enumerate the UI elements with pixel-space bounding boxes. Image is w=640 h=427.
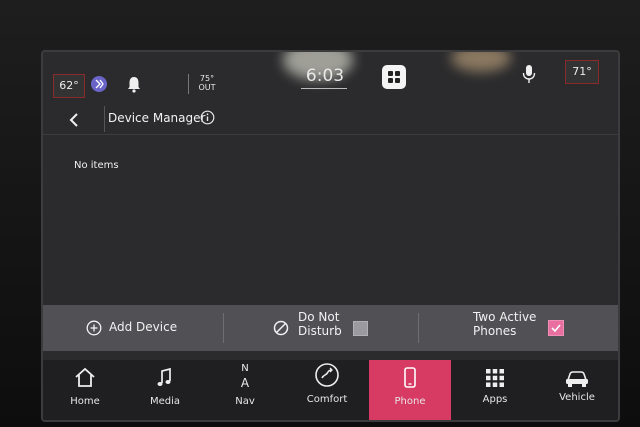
compass-arrow: A (240, 376, 250, 390)
page-header: Device Manager (43, 102, 618, 135)
passenger-temp-button[interactable]: 71° (565, 60, 599, 84)
nav-label-media: Media (149, 396, 181, 407)
nav-item-phone[interactable]: Phone (369, 360, 451, 420)
climate-icon (315, 363, 339, 387)
car-icon (566, 371, 588, 387)
home-icon (75, 367, 95, 387)
action-bar: Add Device Do Not Disturb Two Active Pho… (43, 305, 618, 351)
empty-state-text: No items (74, 160, 119, 171)
passenger-temp-value: 71° (572, 65, 592, 78)
checkmark-icon (551, 324, 561, 333)
plus-circle-icon (86, 320, 102, 336)
apps-launcher-button[interactable] (382, 65, 406, 89)
compass-letter-n: N (241, 363, 249, 374)
clock: 6:03 (305, 66, 345, 86)
microphone-icon[interactable] (521, 63, 537, 85)
dnd-label-line2: Disturb (298, 324, 342, 338)
header-divider (104, 106, 105, 132)
nav-item-home[interactable]: Home (43, 360, 127, 420)
two-active-label-line2: Phones (473, 324, 517, 338)
music-note-icon (157, 367, 171, 386)
two-active-phones-toggle[interactable]: Two Active Phones (419, 305, 618, 351)
add-device-button[interactable]: Add Device (43, 305, 223, 351)
nav-label-comfort: Comfort (306, 394, 348, 405)
nav-item-nav[interactable]: N A Nav (203, 360, 287, 420)
notification-bell-icon[interactable] (126, 75, 142, 93)
nav-item-vehicle[interactable]: Vehicle (535, 360, 618, 420)
nav-item-comfort[interactable]: Comfort (285, 360, 369, 420)
driver-temp-button[interactable]: 62° (53, 74, 85, 98)
info-button[interactable] (200, 110, 215, 125)
chevron-left-icon (69, 113, 78, 127)
apps-grid-icon (486, 369, 504, 387)
driver-temp-value: 62° (59, 79, 79, 92)
dnd-checkbox[interactable] (353, 321, 368, 336)
bottom-nav-bar: Home Media N A Nav Comfort Phone Apps Ve… (43, 360, 618, 420)
info-icon (200, 110, 215, 125)
nav-label-nav: Nav (235, 396, 255, 407)
dnd-label-line1: Do Not (298, 310, 340, 324)
two-active-checkbox[interactable] (548, 320, 564, 336)
outside-temp-value: 75° (199, 74, 215, 83)
status-divider (188, 74, 189, 94)
block-icon (273, 320, 289, 336)
page-title: Device Manager (108, 111, 206, 125)
grid-icon (388, 71, 400, 83)
nav-item-media[interactable]: Media (123, 360, 207, 420)
seat-heat-icon[interactable] (91, 76, 107, 92)
compass-icon: N A (203, 362, 287, 390)
nav-label-home: Home (70, 396, 100, 407)
nav-label-phone: Phone (394, 396, 426, 407)
phone-icon (404, 367, 416, 388)
status-bar: 62° 75° OUT 6:03 71° (43, 52, 618, 102)
do-not-disturb-toggle[interactable]: Do Not Disturb (224, 305, 418, 351)
infotainment-screen: 62° 75° OUT 6:03 71° Device Manager No i… (41, 50, 620, 422)
nav-item-apps[interactable]: Apps (453, 360, 537, 420)
two-active-label-line1: Two Active (473, 310, 537, 324)
nav-label-apps: Apps (482, 394, 508, 405)
nav-label-vehicle: Vehicle (559, 392, 595, 403)
back-button[interactable] (65, 110, 85, 130)
device-list: No items (43, 135, 618, 305)
outside-temp: 75° OUT (197, 74, 217, 92)
clock-underline (301, 88, 347, 89)
add-device-label: Add Device (109, 320, 178, 334)
outside-temp-label: OUT (198, 83, 216, 92)
